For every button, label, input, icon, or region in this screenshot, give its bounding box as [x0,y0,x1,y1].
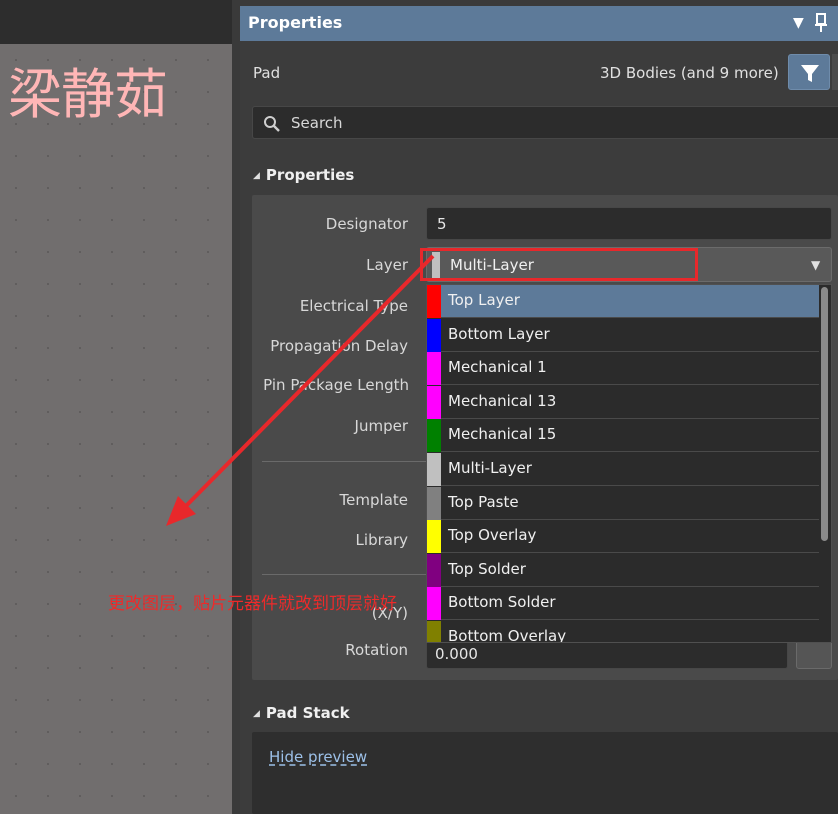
designator-field[interactable]: 5 [426,207,832,240]
layer-color-swatch [427,419,441,453]
filter-summary: 3D Bodies (and 9 more) [600,64,779,82]
pad-stack-preview-area: Hide preview [252,732,838,814]
panel-gap [232,0,240,814]
layer-option-label: Mechanical 15 [448,425,557,444]
pin-icon[interactable] [814,13,828,33]
hide-preview-link[interactable]: Hide preview [269,748,367,766]
layer-option-label: Mechanical 1 [448,358,547,377]
layer-option-label: Bottom Overlay [448,627,567,643]
layer-option[interactable]: Bottom Layer [427,318,819,352]
layer-option[interactable]: Bottom Solder [427,587,819,621]
layer-option-label: Top Overlay [448,526,537,545]
layer-option[interactable]: Top Solder [427,553,819,587]
rotation-label: Rotation [345,641,408,659]
pad-stack-section-header[interactable]: ◢ Pad Stack [253,704,350,722]
layer-option-label: Multi-Layer [448,459,532,477]
layer-option[interactable]: Mechanical 1 [427,352,819,386]
layer-color-swatch [427,318,441,352]
designator-label: Designator [325,215,408,233]
canvas-top-strip [0,0,240,44]
layer-color-swatch [427,520,441,554]
layer-option[interactable]: Mechanical 13 [427,385,819,419]
layer-option-label: Top Solder [448,559,526,578]
annotation-text: 更改图层，贴片元器件就改到顶层就好 [108,594,397,614]
layer-option-label: Bottom Solder [448,593,556,612]
rotation-field[interactable]: 0.000 [426,639,788,669]
layer-color-swatch [427,285,441,318]
layer-color-swatch [427,453,441,486]
properties-section-title: Properties [265,166,355,184]
search-placeholder: Search [291,114,343,132]
layer-color-swatch [427,486,441,520]
rotation-side-button[interactable] [796,639,832,669]
layer-option[interactable]: Top Overlay [427,520,819,554]
panel-menu-dropdown-icon[interactable]: ▼ [793,15,804,31]
dropdown-scrollbar-thumb[interactable] [821,287,828,541]
layer-option-label: Bottom Layer [448,324,550,343]
divider [262,461,432,462]
divider [262,574,432,575]
jumper-label: Jumper [354,417,408,435]
layer-color-swatch [427,621,441,642]
layer-label: Layer [366,256,408,274]
electrical-type-label: Electrical Type [299,297,408,315]
properties-section-header[interactable]: ◢ Properties [253,166,354,184]
filter-button-edge [832,54,838,90]
layer-option[interactable]: Multi-Layer [427,453,819,486]
object-type-label: Pad [253,64,281,82]
panel-header: Properties ▼ [240,6,838,41]
propagation-delay-label: Propagation Delay [270,337,408,355]
template-label: Template [339,491,408,509]
pin-package-length-label: Pin Package Length [263,376,409,394]
layer-color-swatch [427,587,441,621]
filter-icon [801,65,819,82]
search-input[interactable]: Search [252,106,838,139]
library-label: Library [355,531,408,549]
rotation-value: 0.000 [435,645,478,663]
collapse-triangle-icon: ◢ [253,171,260,181]
layer-color-swatch [427,352,441,386]
dropdown-scrollbar[interactable] [819,285,831,642]
panel-title: Properties [248,13,343,32]
collapse-triangle-icon: ◢ [253,709,260,719]
layer-option-label: Mechanical 13 [448,391,557,410]
layer-color-swatch [427,385,441,419]
search-icon [264,116,280,132]
pcb-canvas[interactable] [0,44,232,814]
layer-option-label: Top Paste [448,492,519,511]
annotation-highlight-box [420,248,698,281]
layer-color-swatch [427,553,441,587]
layer-option[interactable]: Bottom Overlay [427,621,819,643]
pad-stack-section-title: Pad Stack [265,704,350,722]
filter-button[interactable] [788,54,830,90]
layer-option[interactable]: Top Paste [427,486,819,520]
watermark-text: 梁静茹 [8,63,168,126]
layer-dropdown-list: Top Layer Bottom Layer Mechanical 1 Mechani… [426,284,832,643]
layer-option-label: Top Layer [448,291,520,309]
designator-value: 5 [437,215,447,233]
layer-option[interactable]: Top Layer [427,285,819,318]
chevron-down-icon: ▼ [811,258,821,272]
layer-option[interactable]: Mechanical 15 [427,419,819,453]
